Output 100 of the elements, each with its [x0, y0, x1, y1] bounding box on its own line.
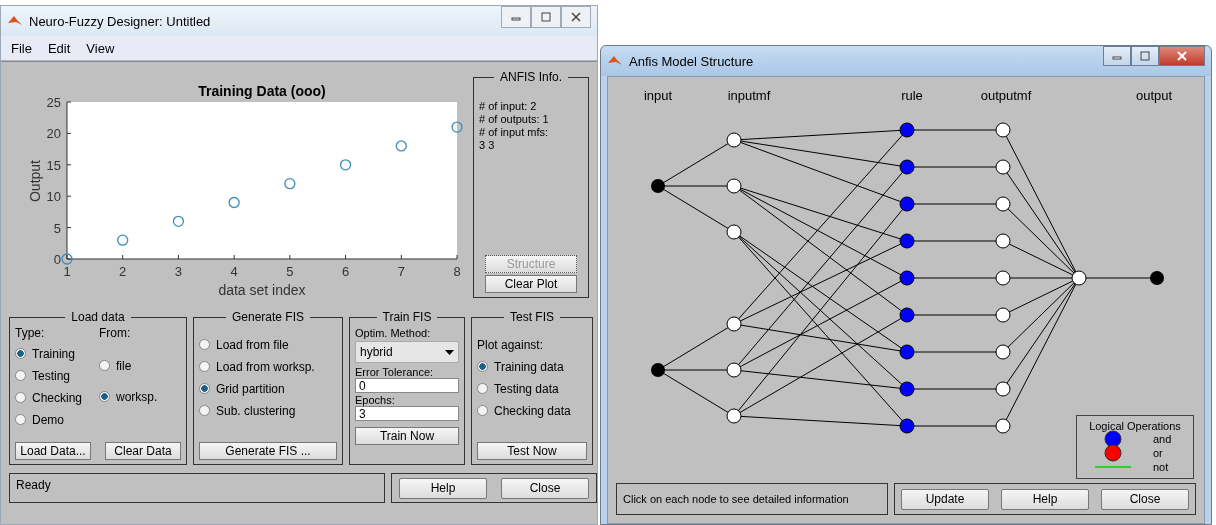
input-mf-node[interactable]: [726, 224, 742, 240]
generate-fis-button[interactable]: Generate FIS ...: [199, 442, 337, 460]
output-mf-node[interactable]: [995, 381, 1011, 397]
y-tick-label: 15: [46, 157, 61, 173]
tolerance-field[interactable]: 0: [355, 378, 459, 393]
x-tick-label: 6: [341, 264, 350, 279]
x-tick-label: 3: [174, 264, 183, 279]
radio-button[interactable]: [477, 361, 488, 372]
menu-item[interactable]: Edit: [41, 38, 77, 58]
radio-button[interactable]: [15, 348, 26, 359]
maximize-icon: [1140, 51, 1150, 61]
data-point: [228, 196, 240, 209]
output-mf-node[interactable]: [995, 270, 1011, 286]
group-title: Test FIS: [509, 310, 555, 324]
epochs-label: Epochs:: [355, 394, 396, 406]
input-node[interactable]: [651, 179, 665, 193]
radio-button[interactable]: [477, 405, 488, 416]
button[interactable]: Help: [399, 477, 487, 499]
from-label: From:: [99, 326, 132, 340]
train-now-button[interactable]: Train Now: [355, 427, 459, 445]
legend-label: and: [1153, 433, 1172, 445]
and-node-icon: [1104, 430, 1122, 448]
output-mf-node[interactable]: [995, 418, 1011, 434]
radio-button[interactable]: [199, 361, 210, 372]
input-mf-node[interactable]: [726, 408, 742, 424]
status-text: Ready: [16, 478, 51, 492]
chart-title: Training Data (ooo): [198, 83, 326, 99]
hint-text: Click on each node to see detailed information: [623, 493, 849, 505]
type-label: Type:: [15, 326, 46, 340]
close-icon: [571, 12, 581, 22]
input-mf-node[interactable]: [726, 316, 742, 332]
test-now-button[interactable]: Test Now: [477, 442, 587, 460]
sum-node[interactable]: [1071, 270, 1087, 286]
or-node-icon: [1104, 444, 1122, 462]
output-mf-node[interactable]: [995, 344, 1011, 360]
close-button[interactable]: [561, 6, 591, 28]
output-mf-node[interactable]: [995, 233, 1011, 249]
info-text: 3 3: [479, 139, 496, 152]
x-tick-label: 7: [397, 264, 405, 279]
radio-button[interactable]: [15, 392, 26, 403]
output-mf-node[interactable]: [995, 196, 1011, 212]
output-mf-node[interactable]: [995, 122, 1011, 138]
x-tick-label: 4: [230, 264, 238, 279]
method-dropdown[interactable]: hybrid: [355, 341, 459, 363]
radio-button[interactable]: [15, 370, 26, 381]
radio-button[interactable]: [477, 383, 488, 394]
output-node[interactable]: [1150, 271, 1164, 285]
output-mf-node[interactable]: [995, 307, 1011, 323]
layer-label: input: [643, 88, 673, 103]
plot-against-label: Plot against:: [477, 338, 545, 352]
data-point: [61, 253, 73, 265]
minimize-button[interactable]: [1103, 46, 1131, 66]
radio-label: Checking data: [494, 403, 571, 418]
radio-label: Demo: [32, 412, 64, 427]
radio-label: Training: [32, 346, 75, 361]
data-point: [284, 178, 296, 190]
radio-label: Checking: [32, 390, 83, 405]
menu-item[interactable]: File: [5, 38, 38, 58]
button[interactable]: Close: [1101, 488, 1189, 510]
radio-button[interactable]: [199, 405, 210, 416]
button[interactable]: Close: [501, 477, 589, 499]
y-tick-label: 20: [46, 126, 61, 142]
radio-button[interactable]: [99, 360, 110, 371]
radio-label: Sub. clustering: [216, 403, 296, 418]
input-node[interactable]: [651, 363, 665, 377]
x-tick-label: 5: [286, 264, 294, 279]
data-point: [451, 121, 463, 133]
radio-label: Testing data: [494, 381, 559, 396]
window-title: Neuro-Fuzzy Designer: Untitled: [29, 13, 212, 29]
button[interactable]: Load Data...: [15, 442, 91, 460]
radio-button[interactable]: [99, 391, 110, 402]
layer-label: rule: [901, 88, 923, 103]
y-tick-label: 0: [53, 252, 61, 267]
output-mf-node[interactable]: [995, 159, 1011, 175]
input-mf-node[interactable]: [726, 132, 742, 148]
window-title: Anfis Model Structure: [629, 53, 755, 69]
radio-label: Training data: [494, 359, 564, 374]
y-tick-label: 25: [46, 95, 61, 110]
button[interactable]: Update: [901, 488, 989, 510]
close-button[interactable]: [1159, 46, 1205, 66]
epochs-field[interactable]: 3: [355, 406, 459, 421]
maximize-button[interactable]: [1131, 46, 1159, 66]
radio-button[interactable]: [15, 414, 26, 425]
button[interactable]: Clear Plot: [485, 275, 577, 293]
radio-label: Testing: [32, 368, 71, 383]
group-title: Load data: [70, 310, 126, 324]
group-title: Generate FIS: [230, 310, 305, 324]
data-point: [117, 234, 129, 246]
x-tick-label: 2: [119, 264, 127, 279]
radio-button[interactable]: [199, 339, 210, 350]
menu-item[interactable]: View: [80, 38, 121, 58]
input-mf-node[interactable]: [726, 178, 742, 194]
radio-label: file: [116, 358, 132, 373]
radio-button[interactable]: [199, 383, 210, 394]
x-axis-label: data set index: [218, 282, 306, 298]
button[interactable]: Help: [1001, 488, 1089, 510]
legend-label: not: [1153, 461, 1169, 473]
y-tick-label: 10: [46, 189, 61, 205]
button[interactable]: Clear Data: [105, 442, 181, 460]
input-mf-node[interactable]: [726, 362, 742, 378]
